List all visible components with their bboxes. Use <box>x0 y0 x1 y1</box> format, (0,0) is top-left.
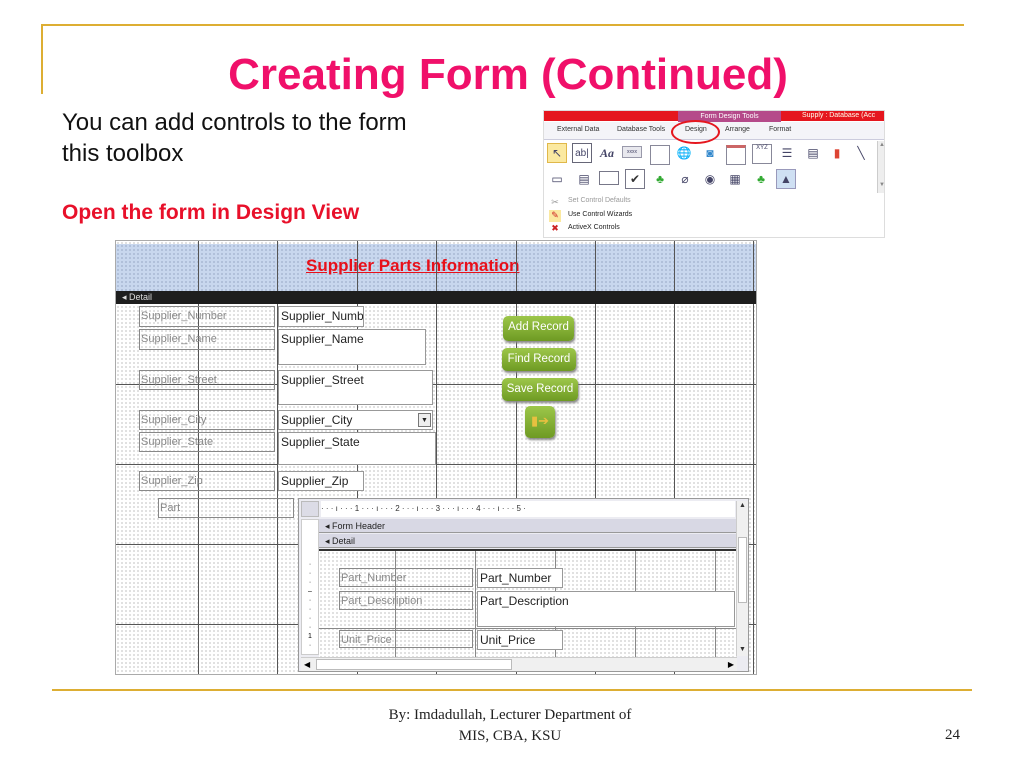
scroll-up-arrow-icon[interactable]: ▲ <box>737 501 748 511</box>
tab-external-data[interactable]: External Data <box>557 126 599 133</box>
slide-title: Creating Form (Continued) <box>228 50 788 99</box>
subform-icon[interactable]: ▦ <box>725 169 745 189</box>
line-icon[interactable]: ╲ <box>851 143 871 163</box>
textbox-supplier-name[interactable]: Supplier_Name <box>278 329 426 365</box>
find-record-button[interactable]: Find Record <box>502 348 576 371</box>
chart-icon[interactable]: ▮ <box>827 143 847 163</box>
form-selector[interactable] <box>301 501 319 517</box>
vertical-ruler: · · · – · · · · 1 · <box>301 519 319 655</box>
combobox-value: Supplier_City <box>281 413 353 427</box>
tab-arrange[interactable]: Arrange <box>725 126 750 133</box>
label-part-number[interactable]: Part_Number <box>339 568 473 587</box>
label-icon[interactable]: Aa <box>597 143 617 163</box>
grid-line <box>116 464 756 465</box>
tab-control-icon[interactable] <box>650 145 670 165</box>
highlight-circle <box>671 120 720 144</box>
grid-line <box>319 628 737 629</box>
hyperlink-icon[interactable]: 🌐 <box>674 143 694 163</box>
check-box-icon[interactable]: ✔ <box>625 169 645 189</box>
vertical-scroll-thumb[interactable] <box>738 537 747 603</box>
page-break-icon[interactable]: ☰ <box>777 143 797 163</box>
set-defaults-icon: ✂ <box>551 197 559 207</box>
footer-credit: By: Imdadullah, Lecturer Department of M… <box>330 705 690 747</box>
footer-line2: MIS, CBA, KSU <box>458 728 562 744</box>
label-supplier-zip[interactable]: Supplier_Zip <box>139 471 275 491</box>
text-box-icon[interactable]: ab| <box>572 143 592 163</box>
form-design-view: Supplier Parts Information ◂ Detail Supp… <box>115 240 757 675</box>
exit-door-icon: ▮➔ <box>530 413 550 428</box>
button-icon[interactable]: xxxx <box>622 146 642 158</box>
exit-button[interactable]: ▮➔ <box>525 406 555 438</box>
textbox-supplier-number[interactable]: Supplier_Numb <box>278 306 364 327</box>
textbox-part-number[interactable]: Part_Number <box>477 568 563 588</box>
unbound-object-frame-icon[interactable]: ♣ <box>650 169 670 189</box>
option-group-icon[interactable]: XYZ <box>752 144 772 164</box>
menu-use-control-wizards[interactable]: Use Control Wizards <box>568 211 632 218</box>
body-text-line2: this toolbox <box>62 140 184 167</box>
form-header-label: Form Header <box>332 521 386 531</box>
label-part[interactable]: Part <box>158 498 294 518</box>
gallery-scroll[interactable]: ▲ ▼ <box>877 141 884 193</box>
activex-icon: ✖ <box>551 223 559 233</box>
add-record-button[interactable]: Add Record <box>503 316 574 341</box>
label-supplier-city[interactable]: Supplier_City <box>139 410 275 430</box>
subform-detail-section: Part_Number Part_Description Unit_Price … <box>319 549 737 657</box>
select-pointer-icon[interactable]: ↖ <box>547 143 567 163</box>
form-title-label[interactable]: Supplier Parts Information <box>306 256 519 276</box>
image-icon[interactable]: ▲ <box>776 169 796 189</box>
dropdown-arrow-icon[interactable]: ▼ <box>418 413 431 427</box>
subform-control[interactable]: · · · ı · · · 1 · · · ı · · · 2 · · · ı … <box>298 498 749 672</box>
scroll-left-arrow-icon[interactable]: ◀ <box>304 659 310 670</box>
rectangle-icon[interactable] <box>599 171 619 185</box>
label-part-description[interactable]: Part_Description <box>339 591 473 610</box>
instruction-text: Open the form in Design View <box>62 201 360 224</box>
body-text-line1: You can add controls to the form <box>62 109 407 136</box>
combo-box-icon[interactable]: ▤ <box>803 143 823 163</box>
tab-database-tools[interactable]: Database Tools <box>617 126 665 133</box>
grid-line <box>475 551 476 657</box>
combobox-supplier-city[interactable]: Supplier_City ▼ <box>278 410 433 430</box>
horizontal-ruler: · · · ı · · · 1 · · · ı · · · 2 · · · ı … <box>321 501 735 517</box>
textbox-part-description[interactable]: Part_Description <box>477 591 735 627</box>
top-rule <box>42 24 964 26</box>
footer-line1: By: Imdadullah, Lecturer Department of <box>388 707 632 723</box>
subform-detail-label: Detail <box>332 536 356 546</box>
scroll-right-arrow-icon[interactable]: ▶ <box>728 659 734 670</box>
option-button-icon[interactable]: ◉ <box>700 169 720 189</box>
wizard-icon: ✎ <box>549 210 561 222</box>
textbox-supplier-state[interactable]: Supplier_State <box>278 432 436 465</box>
label-supplier-number[interactable]: Supplier_Number <box>139 306 275 327</box>
detail-section-bar[interactable]: ◂ Detail <box>116 291 756 304</box>
bound-object-frame-icon[interactable]: ♣ <box>751 169 771 189</box>
horizontal-scroll-thumb[interactable] <box>316 659 512 670</box>
menu-set-control-defaults[interactable]: Set Control Defaults <box>568 197 631 204</box>
label-unit-price[interactable]: Unit_Price <box>339 630 473 648</box>
save-record-button[interactable]: Save Record <box>502 378 578 401</box>
window-title: Supply : Database (Acc <box>802 112 876 119</box>
label-supplier-street[interactable]: Supplier_Street <box>139 370 275 390</box>
list-box-icon[interactable]: ▤ <box>574 169 594 189</box>
grid-line <box>753 241 754 674</box>
horizontal-scrollbar[interactable]: ◀ ▶ <box>301 657 737 671</box>
subform-detail-bar[interactable]: ◂ Detail <box>319 534 737 548</box>
textbox-supplier-zip[interactable]: Supplier_Zip <box>278 471 364 491</box>
tab-format[interactable]: Format <box>769 126 791 133</box>
web-browser-icon[interactable]: ◙ <box>700 143 720 163</box>
navigation-icon[interactable] <box>726 145 746 165</box>
detail-label: Detail <box>129 292 153 302</box>
toggle-button-icon[interactable]: ▭ <box>547 169 567 189</box>
textbox-unit-price[interactable]: Unit_Price <box>477 630 563 650</box>
subform-form-header-bar[interactable]: ◂ Form Header <box>319 519 737 533</box>
menu-activex-controls[interactable]: ActiveX Controls <box>568 224 620 231</box>
scroll-down-arrow-icon[interactable]: ▼ <box>737 645 748 655</box>
textbox-supplier-street[interactable]: Supplier_Street <box>278 370 433 405</box>
label-supplier-state[interactable]: Supplier_State <box>139 432 275 452</box>
ribbon-controls-screenshot: Form Design Tools Supply : Database (Acc… <box>543 110 885 238</box>
page-number: 24 <box>945 727 960 743</box>
vertical-scrollbar[interactable]: ▲ ▼ <box>736 501 748 656</box>
attachment-icon[interactable]: ⌀ <box>675 169 695 189</box>
label-supplier-name[interactable]: Supplier_Name <box>139 329 275 350</box>
bottom-rule <box>52 689 972 691</box>
